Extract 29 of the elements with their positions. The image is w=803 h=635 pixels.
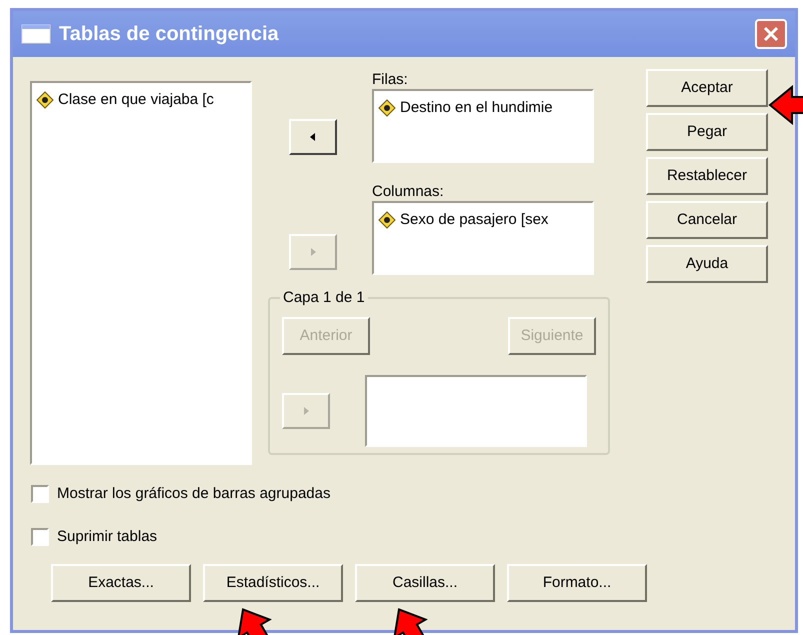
dialog-button[interactable]: Casillas... [355, 564, 495, 602]
window-title: Tablas de contingencia [59, 22, 280, 47]
columns-label: Columnas: [372, 182, 445, 201]
variable-item[interactable]: Clase en que viajaba [c [32, 89, 250, 112]
dialog-button[interactable]: Ayuda [646, 245, 768, 283]
dialog-button[interactable]: Cancelar [646, 201, 768, 239]
checkbox[interactable] [31, 485, 49, 504]
close-button[interactable] [755, 19, 787, 49]
variable-icon [36, 91, 54, 110]
dialog-button[interactable]: Formato... [507, 564, 647, 602]
window-icon [21, 24, 51, 44]
dialog-button[interactable]: Estadísticos... [203, 564, 343, 602]
dialog-button[interactable]: Pegar [646, 113, 768, 151]
right-triangle-icon [308, 246, 318, 258]
checkbox[interactable] [31, 528, 49, 546]
variable-item[interactable]: Destino en el hundimie [374, 97, 592, 120]
dialog-button[interactable]: Restablecer [646, 157, 768, 195]
variable-icon [378, 211, 396, 230]
dialog-button[interactable]: Exactas... [51, 564, 191, 602]
variable-icon [378, 99, 396, 118]
dialog-button[interactable]: Aceptar [646, 69, 768, 107]
right-triangle-icon [301, 405, 311, 417]
rows-label: Filas: [372, 70, 409, 89]
checkbox-label: Suprimir tablas [57, 526, 158, 546]
close-icon [763, 26, 779, 42]
left-triangle-icon [308, 131, 318, 143]
move-button[interactable] [289, 119, 337, 155]
variable-item[interactable]: Sexo de pasajero [sex [374, 209, 592, 232]
checkbox-label: Mostrar los gráficos de barras agrupadas [57, 484, 330, 504]
